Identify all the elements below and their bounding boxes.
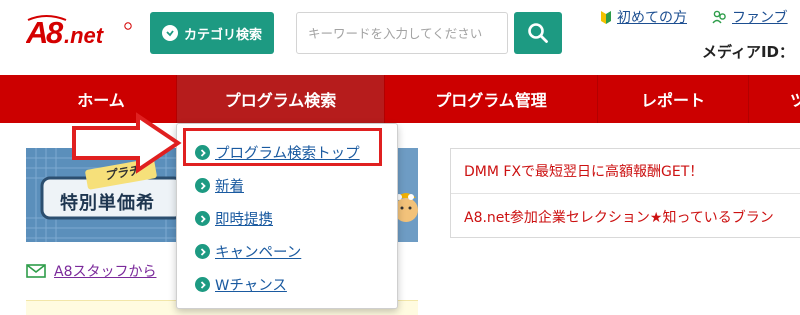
dropdown-item-label: 新着 [215, 179, 244, 195]
category-search-button[interactable]: カテゴリ検索 [150, 12, 274, 54]
dropdown-item-label: 即時提携 [215, 212, 273, 228]
chevron-right-icon [195, 178, 210, 193]
nav-item-report-label: レポート [640, 91, 705, 110]
keyword-search-input[interactable] [296, 12, 508, 54]
fan-label: ファンブ [732, 10, 788, 26]
svg-text:8: 8 [46, 15, 64, 50]
svg-text:.net: .net [64, 23, 105, 48]
nav-item-tools[interactable]: ツ [790, 75, 800, 123]
highlight-frame [183, 128, 382, 166]
fan-link[interactable]: ファンブ [712, 7, 788, 27]
a8-logo[interactable]: A 8 .net [25, 14, 134, 50]
news-divider [451, 193, 800, 194]
beginner-guide-link[interactable]: 初めての方 [600, 7, 687, 27]
mail-icon [26, 264, 46, 278]
category-search-label: カテゴリ検索 [183, 27, 262, 43]
nav-item-program-search-label: プログラム検索 [224, 91, 337, 110]
staff-message-link[interactable]: A8スタッフから [26, 261, 156, 281]
banner-title: 特別単価希 [60, 193, 155, 214]
news-item[interactable]: A8.net参加企業セレクション★知っているブラン [464, 207, 774, 227]
dropdown-item-instant-partnership[interactable]: 即時提携 [195, 208, 273, 229]
nav-item-program-management[interactable]: プログラム管理 [385, 75, 597, 123]
nav-item-home-label: ホーム [77, 91, 125, 110]
chevron-right-icon [195, 211, 210, 226]
beginner-guide-label: 初めての方 [617, 10, 687, 26]
dropdown-item-campaign[interactable]: キャンペーン [195, 241, 301, 262]
news-item[interactable]: DMM FXで最短翌日に高額報酬GET！ [464, 161, 703, 181]
news-box: DMM FXで最短翌日に高額報酬GET！ A8.net参加企業セレクション★知っ… [450, 148, 800, 238]
dropdown-item-label: Wチャンス [215, 278, 287, 294]
search-button[interactable] [514, 12, 562, 54]
dropdown-item-w-chance[interactable]: Wチャンス [195, 274, 287, 295]
nav-divider [748, 75, 749, 123]
staff-message-label: A8スタッフから [54, 264, 157, 280]
pointer-arrow-icon [72, 112, 182, 174]
check-circle-icon [161, 25, 178, 41]
nav-item-program-search[interactable]: プログラム検索 [177, 75, 384, 123]
chevron-right-icon [195, 277, 210, 292]
chevron-right-icon [195, 244, 210, 259]
fan-icon [712, 10, 726, 24]
dropdown-item-label: キャンペーン [215, 245, 302, 261]
nav-item-report[interactable]: レポート [598, 75, 748, 123]
beginner-leaf-icon [601, 10, 611, 24]
nav-item-tools-label: ツ [790, 91, 800, 110]
nav-item-program-management-label: プログラム管理 [435, 91, 547, 110]
a8-logo-mark: A 8 .net [25, 15, 132, 50]
dropdown-item-new[interactable]: 新着 [195, 175, 244, 196]
search-icon [528, 23, 548, 43]
media-id-label: メディアID： [702, 43, 794, 61]
